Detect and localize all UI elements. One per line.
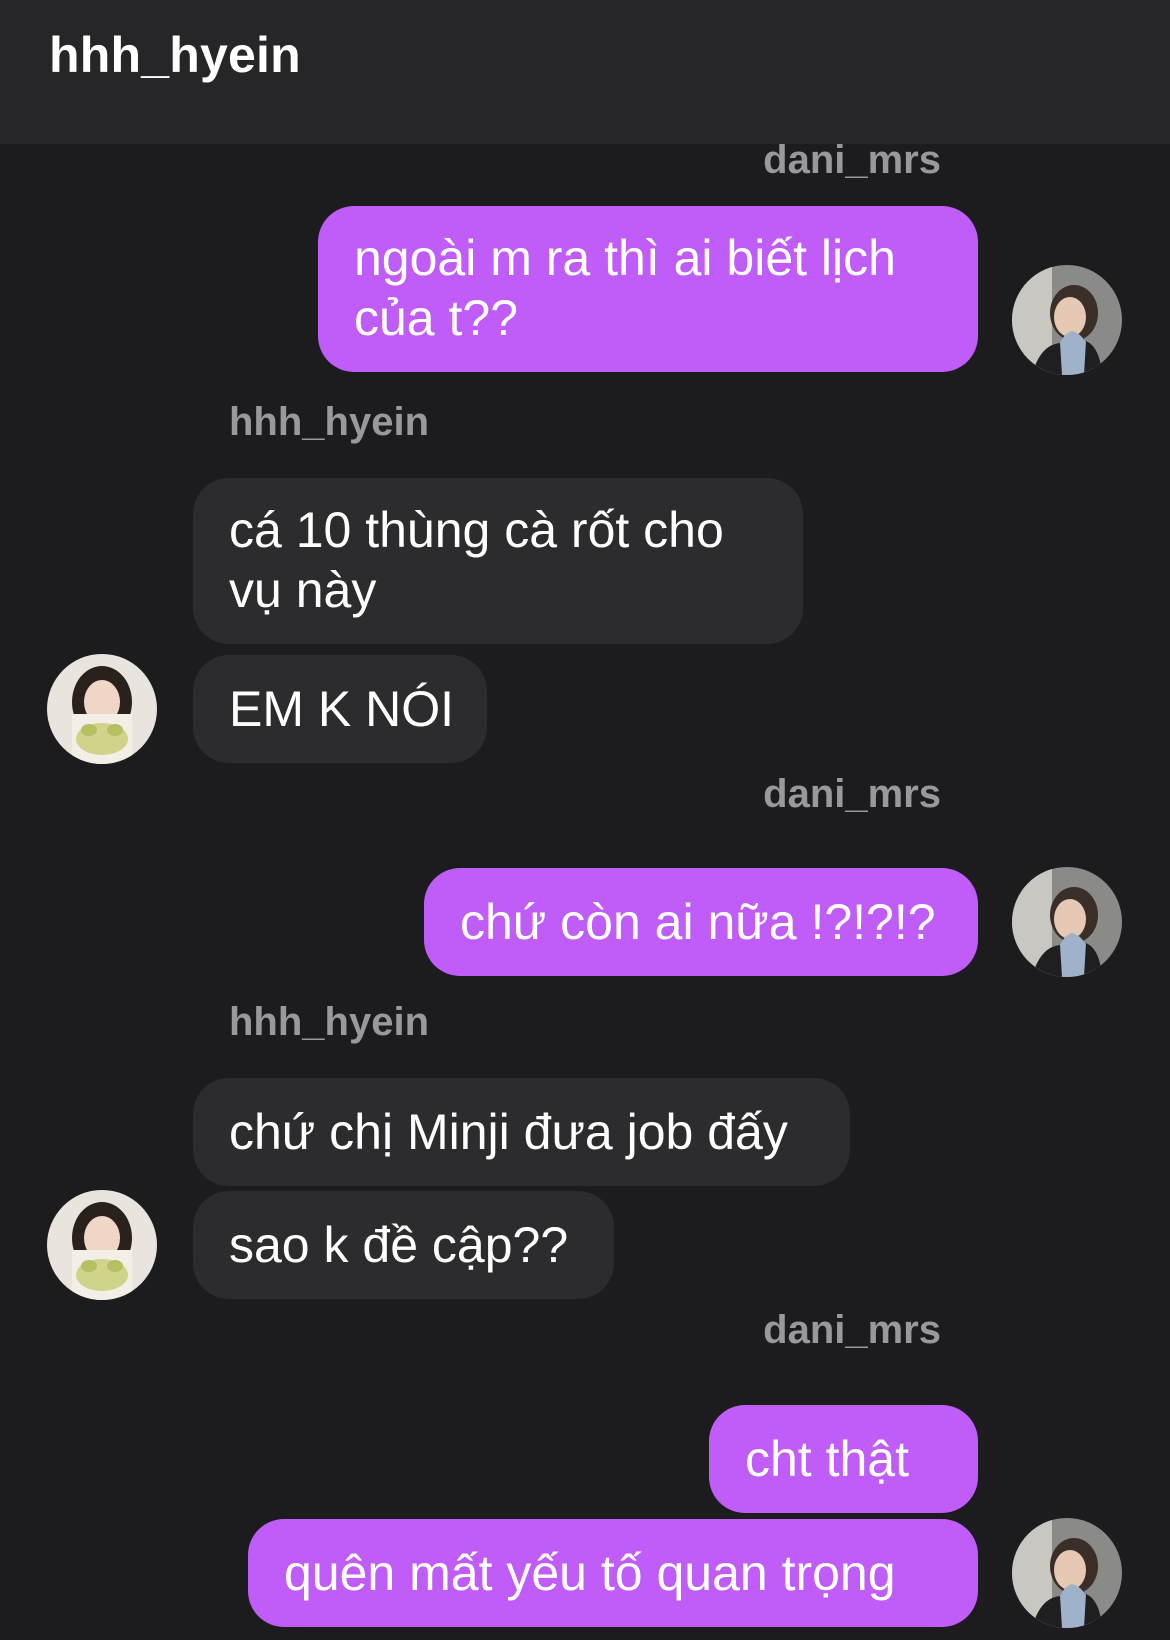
avatar-photo-dani (1012, 867, 1122, 977)
chat-title[interactable]: hhh_hyein (49, 26, 301, 84)
message-bubble-incoming[interactable]: sao k đề cập?? (193, 1191, 614, 1299)
avatar-photo-dani (1012, 1518, 1122, 1628)
sender-label-dani: dani_mrs (763, 772, 941, 816)
avatar-photo-dani (1012, 265, 1122, 375)
message-bubble-incoming[interactable]: chứ chị Minji đưa job đấy (193, 1078, 850, 1186)
sender-label-hyein: hhh_hyein (229, 1000, 430, 1044)
message-text: EM K NÓI (229, 681, 455, 737)
avatar-hyein[interactable] (47, 654, 157, 764)
message-text: của t?? (354, 290, 519, 346)
avatar-photo-hyein (47, 1190, 157, 1300)
sender-label-dani: dani_mrs (763, 138, 941, 182)
avatar-dani[interactable] (1012, 1518, 1122, 1628)
message-bubble-incoming[interactable]: cá 10 thùng cà rốt cho vụ này (193, 478, 803, 644)
sender-label-dani: dani_mrs (763, 1308, 941, 1352)
sender-label-hyein: hhh_hyein (229, 400, 430, 444)
avatar-hyein[interactable] (47, 1190, 157, 1300)
message-text: chứ còn ai nữa !?!?!? (460, 894, 936, 950)
message-bubble-outgoing[interactable]: cht thật (709, 1405, 978, 1513)
message-bubble-outgoing[interactable]: chứ còn ai nữa !?!?!? (424, 868, 978, 976)
message-bubble-incoming[interactable]: EM K NÓI (193, 655, 487, 763)
message-text: ngoài m ra thì ai biết lịch (354, 230, 896, 286)
message-text: cht thật (745, 1431, 909, 1487)
chat-header: hhh_hyein (0, 0, 1170, 144)
avatar-dani[interactable] (1012, 265, 1122, 375)
message-thread[interactable]: dani_mrs ngoài m ra thì ai biết lịch của… (0, 138, 1170, 1640)
message-text: chứ chị Minji đưa job đấy (229, 1104, 788, 1160)
avatar-photo-hyein (47, 654, 157, 764)
message-bubble-outgoing[interactable]: ngoài m ra thì ai biết lịch của t?? (318, 206, 978, 372)
message-text: cá 10 thùng cà rốt cho (229, 502, 724, 558)
message-text: sao k đề cập?? (229, 1217, 569, 1273)
message-bubble-outgoing[interactable]: quên mất yếu tố quan trọng (248, 1519, 978, 1627)
message-text: quên mất yếu tố quan trọng (284, 1545, 896, 1601)
message-text: vụ này (229, 562, 377, 618)
avatar-dani[interactable] (1012, 867, 1122, 977)
